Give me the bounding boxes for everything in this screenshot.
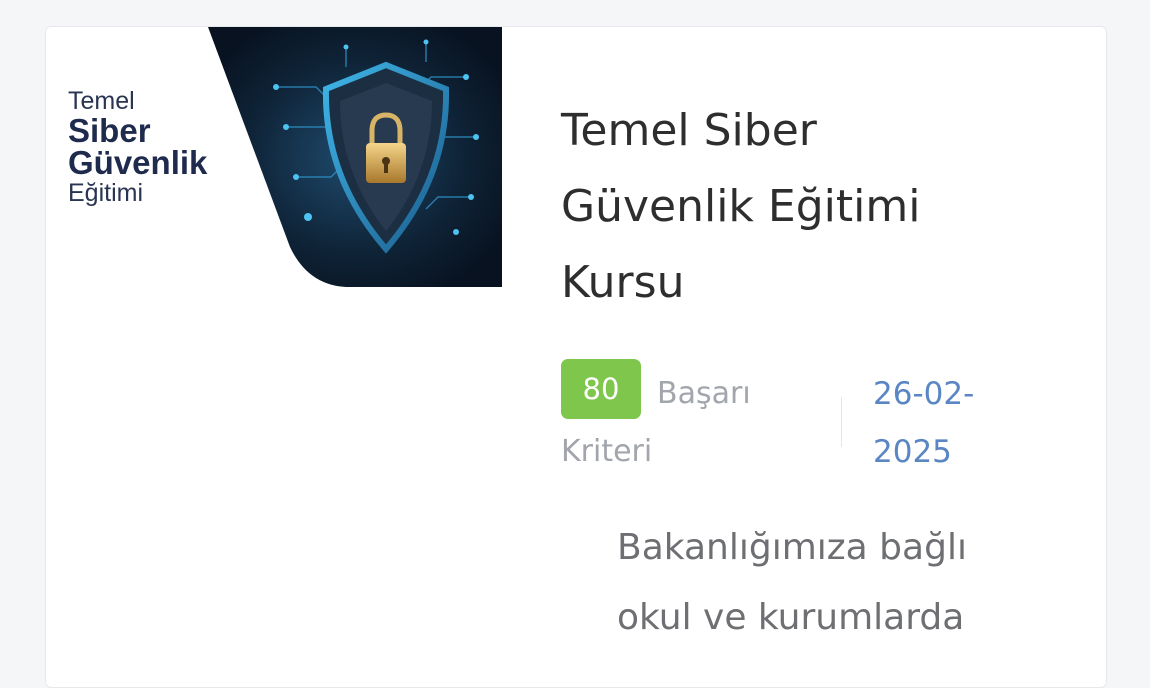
thumbnail-caption: Temel Siber Güvenlik Eğitimi	[68, 87, 207, 207]
score-badge: 80	[561, 359, 641, 419]
thumbnail-line-1: Temel	[68, 87, 135, 115]
thumbnail-line-2: Siber	[68, 112, 151, 149]
course-thumbnail[interactable]: Temel Siber Güvenlik Eğitimi	[46, 27, 502, 287]
course-card[interactable]: Temel Siber Güvenlik Eğitimi Temel Siber…	[45, 26, 1107, 688]
course-date: 26-02-2025	[873, 376, 975, 470]
course-meta: Başarı Kriteri 80 26-02-2025	[561, 357, 1061, 477]
course-description: Bakanlığımıza bağlı okul ve kurumlarda	[617, 527, 967, 638]
course-title[interactable]: Temel Siber Güvenlik Eğitimi Kursu	[561, 93, 991, 321]
thumbnail-line-4: Eğitimi	[68, 179, 144, 207]
thumbnail-line-3: Güvenlik	[68, 144, 208, 181]
meta-divider	[841, 397, 842, 447]
